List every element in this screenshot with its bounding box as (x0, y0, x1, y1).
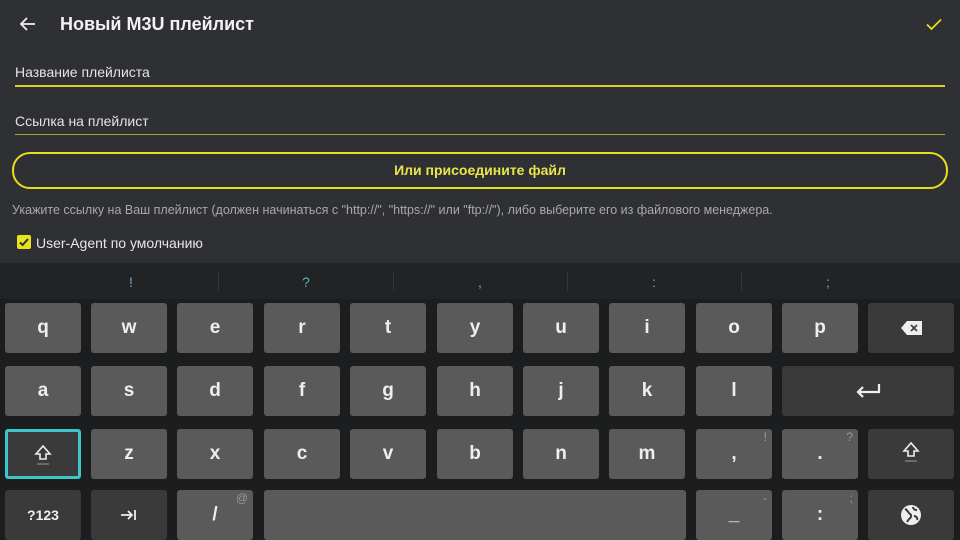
suggestion-item[interactable]: ! (45, 263, 217, 299)
key-w[interactable]: w (91, 303, 167, 353)
key-h[interactable]: h (437, 366, 513, 416)
suggestion-item[interactable]: : (568, 263, 740, 299)
key-u[interactable]: u (523, 303, 599, 353)
key-period-label: . (817, 443, 823, 464)
suggestion-item[interactable]: ; (742, 263, 914, 299)
key-slash[interactable]: / @ (177, 490, 253, 540)
enter-icon (856, 384, 881, 398)
space-key[interactable] (264, 490, 686, 540)
user-agent-label: User-Agent по умолчанию (36, 235, 203, 251)
backspace-icon (901, 321, 922, 335)
page-title: Новый M3U плейлист (60, 14, 254, 34)
key-f[interactable]: f (264, 366, 340, 416)
shift-key-right[interactable] (868, 429, 954, 479)
language-key[interactable] (868, 490, 954, 540)
suggestion-strip: ! ? , : ; (0, 263, 960, 299)
symbols-key[interactable]: ?123 (5, 490, 81, 540)
key-l[interactable]: l (696, 366, 772, 416)
key-c[interactable]: c (264, 429, 340, 479)
playlist-form-screen: Новый M3U плейлист Название плейлиста Сс… (0, 0, 960, 263)
key-r[interactable]: r (264, 303, 340, 353)
enter-key[interactable] (782, 366, 954, 416)
key-v[interactable]: v (350, 429, 426, 479)
key-x[interactable]: x (177, 429, 253, 479)
key-period[interactable]: . ? (782, 429, 858, 479)
key-j[interactable]: j (523, 366, 599, 416)
shift-key-left[interactable] (5, 429, 81, 479)
key-comma-hint: ! (763, 430, 767, 444)
key-colon[interactable]: : ; (782, 490, 858, 540)
checkbox-checked-icon[interactable] (17, 235, 31, 249)
attach-file-button[interactable]: Или присоедините файл (12, 152, 948, 189)
key-z[interactable]: z (91, 429, 167, 479)
backspace-key[interactable] (868, 303, 954, 353)
key-y[interactable]: y (437, 303, 513, 353)
key-n[interactable]: n (523, 429, 599, 479)
key-b[interactable]: b (437, 429, 513, 479)
key-k[interactable]: k (609, 366, 685, 416)
key-underscore-hint: - (763, 491, 767, 505)
tab-key[interactable] (91, 490, 167, 540)
checkmark-icon[interactable] (922, 12, 946, 36)
key-g[interactable]: g (350, 366, 426, 416)
key-e[interactable]: e (177, 303, 253, 353)
suggestion-item[interactable]: , (394, 263, 566, 299)
key-comma-label: , (731, 443, 737, 464)
key-colon-hint: ; (849, 491, 853, 505)
key-slash-hint: @ (235, 491, 248, 505)
key-m[interactable]: m (609, 429, 685, 479)
back-arrow-icon[interactable] (16, 12, 40, 36)
key-i[interactable]: i (609, 303, 685, 353)
playlist-name-placeholder: Название плейлиста (15, 64, 150, 80)
tab-icon (121, 510, 136, 520)
key-colon-label: : (816, 504, 824, 525)
playlist-name-field[interactable]: Название плейлиста (15, 55, 945, 87)
key-s[interactable]: s (91, 366, 167, 416)
key-q[interactable]: q (5, 303, 81, 353)
globe-icon (901, 505, 921, 525)
playlist-url-field[interactable]: Ссылка на плейлист (15, 104, 945, 135)
key-comma[interactable]: , ! (696, 429, 772, 479)
key-underscore-label: _ (728, 504, 740, 525)
shift-icon (34, 444, 52, 465)
key-d[interactable]: d (177, 366, 253, 416)
playlist-url-placeholder: Ссылка на плейлист (15, 113, 149, 129)
suggestion-item[interactable]: ? (219, 263, 393, 299)
key-a[interactable]: a (5, 366, 81, 416)
on-screen-keyboard: ! ? , : ; q w e r t y u i o p a s d f g … (0, 263, 960, 540)
key-underscore[interactable]: _ - (696, 490, 772, 540)
hint-text: Укажите ссылку на Ваш плейлист (должен н… (12, 203, 773, 217)
shift-icon (902, 441, 920, 462)
key-t[interactable]: t (350, 303, 426, 353)
key-p[interactable]: p (782, 303, 858, 353)
key-period-hint: ? (846, 430, 853, 444)
top-bar: Новый M3U плейлист (0, 0, 960, 48)
key-o[interactable]: o (696, 303, 772, 353)
key-slash-label: / (212, 504, 218, 525)
